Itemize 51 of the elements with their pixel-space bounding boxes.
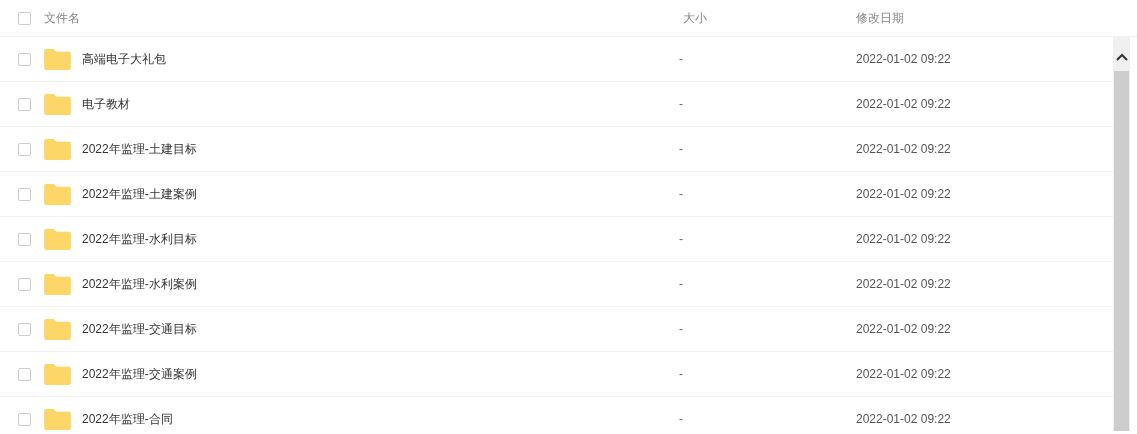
modified-date: 2022-01-02 09:22	[856, 187, 951, 201]
folder-icon	[44, 183, 71, 205]
column-header[interactable]: 修改日期	[856, 9, 904, 27]
file-name[interactable]: 高端电子大礼包	[82, 50, 679, 68]
file-size: -	[679, 52, 684, 66]
row-checkbox[interactable]	[18, 367, 31, 381]
row-checkbox[interactable]	[18, 52, 31, 66]
file-size: -	[679, 277, 684, 291]
file-name[interactable]: 2022年监理-土建案例	[82, 185, 679, 203]
file-name[interactable]: 2022年监理-水利目标	[82, 230, 679, 248]
select-all-checkbox[interactable]	[18, 11, 31, 25]
folder-icon	[44, 363, 71, 385]
column-header[interactable]: 大小	[683, 9, 856, 27]
file-size: -	[679, 322, 684, 336]
file-size: -	[679, 187, 684, 201]
file-size: -	[679, 97, 684, 111]
file-name[interactable]: 2022年监理-交通目标	[82, 320, 679, 338]
folder-icon	[44, 138, 71, 160]
row-checkbox[interactable]	[18, 97, 31, 111]
modified-date: 2022-01-02 09:22	[856, 277, 951, 291]
folder-icon	[44, 318, 71, 340]
folder-icon	[44, 228, 71, 250]
modified-date: 2022-01-02 09:22	[856, 367, 951, 381]
row-checkbox[interactable]	[18, 142, 31, 156]
column-header[interactable]: 文件名	[44, 9, 676, 27]
scrollbar-thumb[interactable]	[1114, 71, 1129, 431]
modified-date: 2022-01-02 09:22	[856, 142, 951, 156]
folder-icon	[44, 93, 71, 115]
file-name[interactable]: 电子教材	[82, 95, 679, 113]
file-size: -	[679, 142, 684, 156]
row-checkbox[interactable]	[18, 232, 31, 246]
modified-date: 2022-01-02 09:22	[856, 52, 951, 66]
modified-date: 2022-01-02 09:22	[856, 97, 951, 111]
file-name[interactable]: 2022年监理-土建目标	[82, 140, 679, 158]
modified-date: 2022-01-02 09:22	[856, 232, 951, 246]
modified-date: 2022-01-02 09:22	[856, 322, 951, 336]
folder-icon	[44, 408, 71, 430]
file-size: -	[679, 232, 684, 246]
row-checkbox[interactable]	[18, 187, 31, 201]
scrollbar[interactable]	[1113, 37, 1130, 431]
row-checkbox[interactable]	[18, 277, 31, 291]
folder-icon	[44, 273, 71, 295]
folder-icon	[44, 48, 71, 70]
file-size: -	[679, 412, 684, 426]
file-name[interactable]: 2022年监理-合同	[82, 410, 679, 428]
file-name[interactable]: 2022年监理-交通案例	[82, 365, 679, 383]
file-name[interactable]: 2022年监理-水利案例	[82, 275, 679, 293]
row-checkbox[interactable]	[18, 322, 31, 336]
row-checkbox[interactable]	[18, 412, 31, 426]
modified-date: 2022-01-02 09:22	[856, 412, 951, 426]
file-size: -	[679, 367, 684, 381]
